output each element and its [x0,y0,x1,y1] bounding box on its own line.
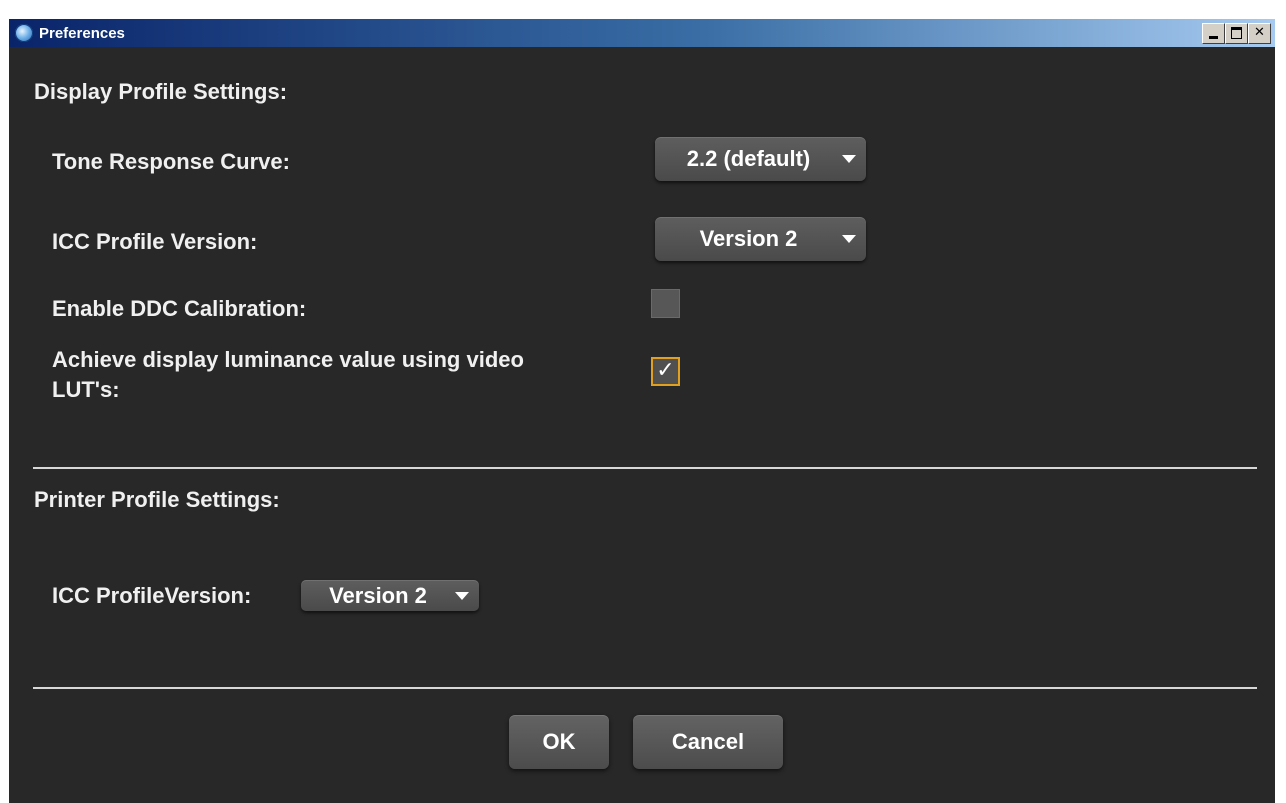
icc-profile-version-value: Version 2 [699,226,798,251]
footer-divider [33,687,1257,689]
chevron-down-icon [455,591,469,600]
achieve-luminance-checkbox[interactable]: ✓ [651,357,680,386]
printer-icc-profile-version-dropdown[interactable]: Version 2 [301,580,479,611]
icc-profile-version-label: ICC Profile Version: [52,229,258,254]
app-logo-icon [15,24,33,42]
tone-response-curve-label: Tone Response Curve: [52,149,290,174]
chevron-down-icon [842,235,856,243]
tone-response-curve-dropdown[interactable]: 2.2 (default) [655,137,866,181]
enable-ddc-label: Enable DDC Calibration: [52,296,307,321]
cancel-button[interactable]: Cancel [633,715,783,769]
tone-response-curve-value: 2.2 (default) [686,146,811,171]
checkmark-icon: ✓ [656,358,675,383]
achieve-luminance-label-line2: LUT's: [52,377,120,402]
window-controls: ✕ [1202,23,1271,44]
section-divider [33,467,1257,469]
ok-button[interactable]: OK [509,715,609,769]
printer-profile-heading: Printer Profile Settings: [34,487,280,512]
display-profile-heading: Display Profile Settings: [34,79,288,104]
chevron-down-icon [842,155,856,163]
close-button[interactable]: ✕ [1248,23,1271,44]
window-title: Preferences [39,24,125,42]
window-frame-right [1275,0,1286,803]
maximize-button[interactable] [1225,23,1248,44]
achieve-luminance-label-line1: Achieve display luminance value using vi… [52,347,524,372]
preferences-panel: Display Profile Settings: Tone Response … [9,47,1275,803]
enable-ddc-checkbox[interactable] [651,289,680,318]
window-frame-left [0,0,9,803]
icc-profile-version-dropdown[interactable]: Version 2 [655,217,866,261]
printer-icc-profile-version-value: Version 2 [329,582,427,608]
window-frame-top [0,0,1286,19]
printer-icc-profile-version-label: ICC ProfileVersion: [52,583,252,608]
title-bar[interactable]: Preferences ✕ [9,19,1275,47]
minimize-button[interactable] [1202,23,1225,44]
